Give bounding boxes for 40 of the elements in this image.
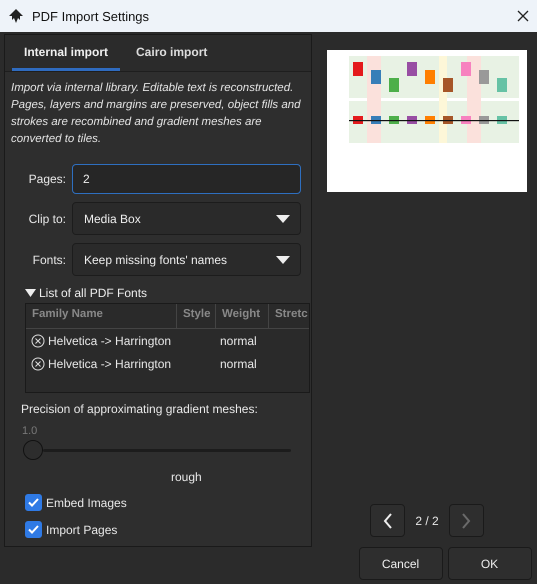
column-header: Stretc (269, 304, 309, 328)
checkmark-icon (28, 498, 39, 507)
slider-value: 1.0 (22, 425, 38, 437)
column-header: Style (177, 304, 216, 328)
section-label: Precision of approximating gradient meshes: (21, 402, 259, 416)
page-indicator: 2 / 2 (415, 514, 439, 528)
table-cell-text: normal (219, 356, 258, 370)
chevron-left-icon (382, 512, 393, 528)
description-text: Import via internal library. Editable text is reconstructed. Pages, layers and margins are preserved, object fills and strokes are recombined and gradient meshes are converted to tiles. (11, 81, 301, 147)
window-title: PDF Import Settings (32, 8, 150, 24)
expander-icon (25, 289, 36, 297)
checkmark-icon (28, 525, 39, 534)
dialog-button[interactable]: OK (448, 547, 532, 580)
tab[interactable]: Internal import (12, 35, 120, 71)
font-list-expander[interactable]: List of all PDF Fonts (11, 286, 301, 300)
previous-page-button[interactable] (370, 504, 406, 537)
pages-field[interactable]: 2 (72, 164, 301, 194)
app-icon (8, 8, 24, 24)
cross-circle-icon (31, 334, 45, 348)
dialog-button[interactable]: Cancel (358, 547, 442, 580)
field-label: Fonts: (32, 252, 66, 266)
caret-icon (276, 214, 290, 222)
column-header: Family Name (26, 304, 177, 328)
table-cell: Helvetica -> Harrington (26, 334, 216, 348)
checkbox[interactable]: Embed Images (25, 494, 301, 511)
table-cell: Helvetica -> Harrington (26, 356, 216, 370)
close-icon[interactable] (517, 10, 529, 22)
slider-thumb[interactable] (23, 440, 43, 460)
field-label: Clip to: (28, 212, 66, 226)
clip-dropdown[interactable]: Media Box (72, 202, 301, 235)
field-label: Pages: (28, 172, 66, 186)
caret-icon (276, 256, 290, 264)
cross-circle-icon (31, 356, 45, 370)
chevron-right-icon (461, 512, 472, 528)
column-header: Weight (216, 304, 269, 328)
slider-caption: rough (171, 470, 203, 484)
table-cell-text: normal (219, 334, 258, 348)
tab[interactable]: Cairo import (124, 35, 220, 71)
fonts-dropdown[interactable]: Keep missing fonts' names (72, 243, 301, 276)
checkbox[interactable]: Import Pages (25, 521, 301, 538)
